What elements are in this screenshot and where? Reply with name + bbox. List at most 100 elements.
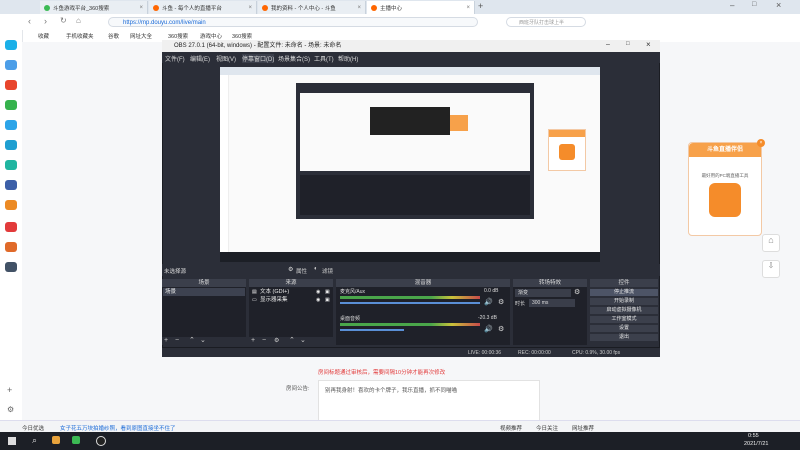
menu-edit[interactable]: 编辑(E)	[190, 54, 210, 63]
up-icon[interactable]: ⌃	[289, 337, 295, 345]
add-icon[interactable]: +	[7, 385, 12, 395]
down-icon[interactable]: ⌄	[200, 337, 206, 345]
sidebar-app-icon[interactable]	[5, 100, 17, 110]
app-icon[interactable]	[52, 436, 60, 444]
minimize-button[interactable]: –	[730, 1, 734, 10]
volume-slider[interactable]	[340, 329, 404, 331]
duration-input[interactable]: 300 ms	[529, 299, 575, 307]
status-left[interactable]: 今日优选	[22, 424, 44, 432]
tab-streamer-center[interactable]: 主播中心 ×	[367, 1, 475, 14]
sidebar-app-icon[interactable]	[5, 60, 17, 70]
sidebar-app-icon[interactable]	[5, 200, 17, 210]
address-bar[interactable]: https://mp.douyu.com/live/main	[108, 17, 478, 27]
settings-button[interactable]: 设置	[590, 325, 658, 332]
down-icon[interactable]: ⌄	[300, 337, 306, 345]
sidebar-app-icon[interactable]	[5, 80, 17, 90]
bookmark-item[interactable]: 游戏中心	[200, 32, 222, 40]
sidebar-app-icon[interactable]	[5, 262, 17, 272]
obs-maximize-button[interactable]: □	[626, 41, 630, 47]
download-icon[interactable]: ⇩	[762, 260, 780, 278]
gear-icon[interactable]: ⚙	[574, 288, 580, 296]
windows-start-icon[interactable]	[8, 437, 16, 445]
forward-icon[interactable]: ›	[44, 16, 47, 26]
volume-slider[interactable]	[340, 302, 480, 304]
transition-select[interactable]: 渐变	[515, 289, 571, 297]
lock-icon[interactable]: ▣	[325, 288, 330, 296]
status-sites[interactable]: 网址推荐	[572, 424, 594, 432]
up-icon[interactable]: ⌃	[189, 337, 195, 345]
virtual-camera-button[interactable]: 启动虚拟摄像机	[590, 307, 658, 314]
add-icon[interactable]: +	[164, 337, 168, 345]
bookmark-item[interactable]: 360搜索	[168, 32, 188, 40]
menu-docks[interactable]: 停靠窗口(D)	[242, 54, 275, 63]
lock-icon[interactable]: ▣	[325, 296, 330, 304]
obs-app-icon[interactable]	[96, 436, 106, 446]
menu-tools[interactable]: 工具(T)	[314, 54, 334, 63]
bookmark-item[interactable]: 谷歌	[108, 32, 119, 40]
obs-close-button[interactable]: ×	[646, 40, 651, 49]
filter-icon[interactable]: ◐	[314, 266, 318, 272]
close-window-button[interactable]: ×	[776, 0, 781, 10]
scene-item[interactable]: 场景	[163, 288, 245, 296]
bookmark-item[interactable]: 手机收藏夹	[66, 32, 94, 40]
sidebar-app-icon[interactable]	[5, 120, 17, 130]
sidebar-app-icon[interactable]	[5, 40, 17, 50]
source-item[interactable]: ▤ 文本 (GDI+) ◉ ▣	[250, 288, 332, 296]
remove-icon[interactable]: −	[262, 337, 266, 345]
start-recording-button[interactable]: 开始录制	[590, 298, 658, 305]
bookmark-item[interactable]: 网址大全	[130, 32, 152, 40]
maximize-button[interactable]: □	[752, 1, 756, 8]
browser-app-icon[interactable]	[72, 436, 80, 444]
search-input[interactable]: 西班牙队打击球上半	[506, 17, 586, 27]
filters-button[interactable]: 滤镜	[322, 267, 333, 275]
add-icon[interactable]: +	[251, 337, 255, 345]
search-icon[interactable]: ⌕	[32, 435, 37, 446]
gear-icon[interactable]: ⚙	[288, 266, 293, 273]
ad-card[interactable]: 斗鱼直播伴侣 最好用的PC端直播工具	[688, 142, 762, 236]
sidebar-app-icon[interactable]	[5, 222, 17, 232]
close-icon[interactable]: ×	[248, 5, 252, 11]
news-link[interactable]: 女子花五万块拍婚纱照，看到原图直接坐不住了	[60, 424, 176, 432]
sidebar-app-icon[interactable]	[5, 180, 17, 190]
speaker-icon[interactable]: 🔊	[484, 325, 493, 333]
menu-file[interactable]: 文件(F)	[165, 54, 185, 63]
refresh-icon[interactable]: ↻	[60, 16, 67, 25]
close-icon[interactable]: ×	[139, 5, 143, 11]
stop-streaming-button[interactable]: 停止推流	[590, 289, 658, 296]
gear-icon[interactable]: ⚙	[498, 298, 504, 306]
close-icon[interactable]: ×	[757, 139, 765, 147]
back-icon[interactable]: ‹	[28, 16, 31, 26]
speaker-icon[interactable]: 🔊	[484, 298, 493, 306]
exit-button[interactable]: 退出	[590, 334, 658, 341]
menu-help[interactable]: 帮助(H)	[338, 54, 358, 63]
bookmark-item[interactable]: 360搜索	[232, 32, 252, 40]
close-icon[interactable]: ×	[357, 5, 361, 11]
source-item[interactable]: ▭ 显示器采集 ◉ ▣	[250, 296, 332, 304]
tab-360-search[interactable]: 斗鱼游戏平台_360搜索 ×	[40, 1, 148, 14]
bookmark-item[interactable]: 收藏	[38, 32, 49, 40]
tab-profile[interactable]: 我的资料 - 个人中心 - 斗鱼 ×	[258, 1, 366, 14]
close-icon[interactable]: ×	[466, 5, 470, 11]
sidebar-app-icon[interactable]	[5, 140, 17, 150]
announce-box[interactable]: 别再我身射！喜欢的卡个牌子，我乐直播，抓不同喵喵	[318, 380, 540, 422]
gear-icon[interactable]: ⚙	[274, 337, 279, 345]
sidebar-app-icon[interactable]	[5, 160, 17, 170]
eye-icon[interactable]: ◉	[316, 296, 320, 304]
status-follow[interactable]: 今日关注	[536, 424, 558, 432]
studio-mode-button[interactable]: 工作室模式	[590, 316, 658, 323]
home-icon[interactable]: ⌂	[76, 16, 81, 25]
menu-view[interactable]: 视图(V)	[216, 54, 236, 63]
menu-scene-collection[interactable]: 场景集合(S)	[278, 54, 310, 63]
status-video[interactable]: 视频推荐	[500, 424, 522, 432]
settings-icon[interactable]: ⚙	[7, 405, 14, 414]
properties-button[interactable]: 属性	[296, 267, 307, 275]
obs-minimize-button[interactable]: –	[606, 41, 610, 48]
new-tab-button[interactable]: +	[478, 1, 483, 11]
eye-icon[interactable]: ◉	[316, 288, 320, 296]
obs-preview[interactable]	[220, 67, 600, 262]
gear-icon[interactable]: ⚙	[498, 325, 504, 333]
remove-icon[interactable]: −	[175, 337, 179, 345]
home-icon[interactable]: ⌂	[762, 234, 780, 252]
tab-douyu-home[interactable]: 斗鱼 - 每个人的直播平台 ×	[149, 1, 257, 14]
sidebar-app-icon[interactable]	[5, 242, 17, 252]
